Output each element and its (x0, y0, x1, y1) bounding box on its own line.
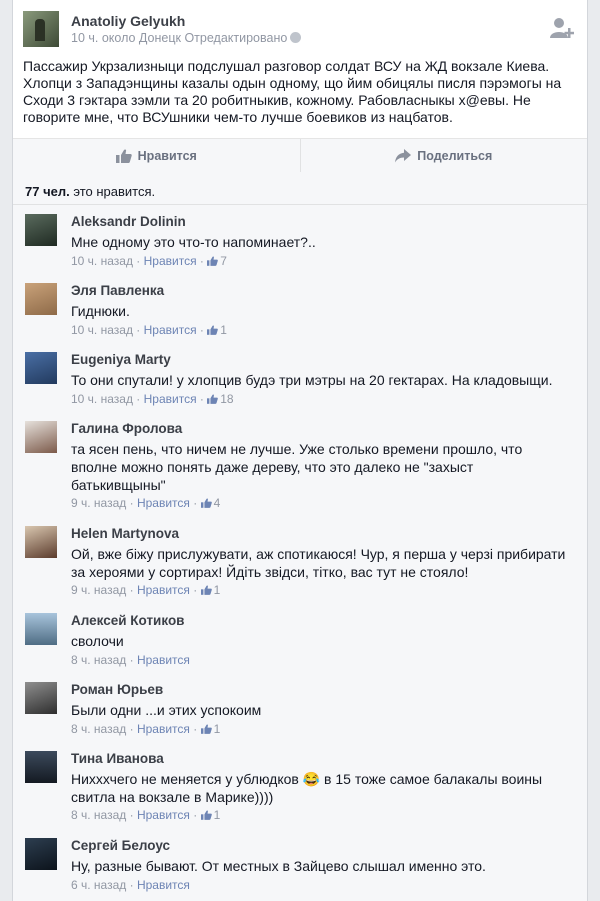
post-author[interactable]: Anatoliy Gelyukh (71, 13, 185, 29)
comment-author[interactable]: Helen Martynova (71, 526, 179, 541)
thumbs-up-icon (200, 498, 212, 508)
comment-text: Нихххчего не меняется у ублюдков 😂 в 15 … (71, 771, 543, 805)
add-friend-icon[interactable] (549, 16, 575, 40)
comment-text: Гиднюки. (71, 303, 130, 319)
post-card: Anatoliy Gelyukh 10 ч. около Донецк Отре… (12, 0, 588, 173)
share-button[interactable]: Поделиться (299, 139, 588, 172)
comment-text: Были одни ...и этих успокоим (71, 702, 262, 718)
comment-time[interactable]: 9 ч. назад (71, 496, 126, 510)
comment-like-count[interactable]: 1 (214, 583, 221, 597)
post-action-bar: Нравится Поделиться (13, 138, 587, 172)
comment-text: та ясен пень, что ничем не лучше. Уже ст… (71, 441, 523, 493)
comment-time[interactable]: 8 ч. назад (71, 808, 126, 822)
comment-like-count[interactable]: 18 (220, 392, 233, 406)
post-text: Пассажир Укрзализныци подслушал разговор… (23, 58, 562, 125)
comment-like-count[interactable]: 1 (214, 722, 221, 736)
comment-text: сволочи (71, 633, 124, 649)
comment-like-count[interactable]: 4 (214, 496, 221, 510)
like-button-label: Нравится (137, 148, 197, 163)
comment-author[interactable]: Эля Павленка (71, 283, 164, 298)
likes-summary[interactable]: 77 чел. это нравится. (25, 184, 155, 199)
comment-time[interactable]: 6 ч. назад (71, 878, 126, 892)
thumbs-up-icon (207, 256, 219, 266)
thumbs-up-icon (200, 724, 212, 734)
commenter-avatar[interactable] (25, 751, 57, 783)
share-arrow-icon (395, 148, 412, 162)
comment-like-link[interactable]: Нравится (137, 808, 190, 822)
comment-meta: 10 ч. назад · Нравится · 18 (71, 392, 234, 406)
thumbs-up-icon (207, 325, 219, 335)
comment-time[interactable]: 10 ч. назад (71, 254, 133, 268)
comment-text: Ой, вже біжу прислужувати, аж спотикаюся… (71, 546, 566, 580)
comment-text: То они спутали! у хлопцив будэ три мэтры… (71, 372, 553, 388)
thumbs-up-icon (115, 148, 132, 163)
comment-like-link[interactable]: Нравится (144, 254, 197, 268)
thumbs-up-icon (200, 810, 212, 820)
comment-text: Ну, разные бывают. От местных в Зайцево … (71, 858, 486, 874)
post-meta: 10 ч. около Донецк Отредактировано (71, 31, 302, 45)
comment-like-link[interactable]: Нравится (137, 653, 190, 667)
comment-like-count[interactable]: 7 (220, 254, 227, 268)
comment-meta: 8 ч. назад · Нравится (71, 653, 190, 667)
comment-like-link[interactable]: Нравится (144, 323, 197, 337)
thumbs-up-icon (200, 585, 212, 595)
commenter-avatar[interactable] (25, 838, 57, 870)
likes-text: это нравится. (69, 184, 156, 199)
comment-author[interactable]: Тина Иванова (71, 751, 164, 766)
comment-author[interactable]: Eugeniya Marty (71, 352, 171, 367)
comment-like-count[interactable]: 1 (214, 808, 221, 822)
share-button-label: Поделиться (417, 148, 493, 163)
comment-time[interactable]: 9 ч. назад (71, 583, 126, 597)
comments-panel: 77 чел. это нравится. Aleksandr Dolinin … (12, 172, 588, 901)
comment-author[interactable]: Галина Фролова (71, 421, 182, 436)
likes-count: 77 чел. (25, 184, 70, 199)
commenter-avatar[interactable] (25, 682, 57, 714)
comment-meta: 6 ч. назад · Нравится (71, 878, 190, 892)
comment-like-link[interactable]: Нравится (137, 583, 190, 597)
comment-author[interactable]: Алексей Котиков (71, 613, 184, 628)
comment-author[interactable]: Сергей Белоус (71, 838, 170, 853)
comment-like-link[interactable]: Нравится (137, 722, 190, 736)
comment-meta: 9 ч. назад · Нравится · 1 (71, 583, 221, 597)
comment-like-link[interactable]: Нравится (137, 496, 190, 510)
globe-icon (290, 32, 302, 43)
comment-like-link[interactable]: Нравится (144, 392, 197, 406)
comment-author[interactable]: Роман Юрьев (71, 682, 163, 697)
like-button[interactable]: Нравится (13, 139, 300, 172)
commenter-avatar[interactable] (25, 421, 57, 453)
commenter-avatar[interactable] (25, 283, 57, 315)
comment-meta: 10 ч. назад · Нравится · 1 (71, 323, 227, 337)
comment-time[interactable]: 10 ч. назад (71, 323, 133, 337)
post-meta-text: 10 ч. около Донецк Отредактировано (71, 31, 288, 45)
divider (13, 204, 587, 205)
commenter-avatar[interactable] (25, 352, 57, 384)
comment-time[interactable]: 8 ч. назад (71, 722, 126, 736)
comment-time[interactable]: 8 ч. назад (71, 653, 126, 667)
comment-like-count[interactable]: 1 (220, 323, 227, 337)
commenter-avatar[interactable] (25, 613, 57, 645)
commenter-avatar[interactable] (25, 526, 57, 558)
thumbs-up-icon (207, 394, 219, 404)
comment-meta: 8 ч. назад · Нравится · 1 (71, 808, 221, 822)
comment-text: Мне одному это что-то напоминает?.. (71, 234, 316, 250)
commenter-avatar[interactable] (25, 214, 57, 246)
comment-meta: 8 ч. назад · Нравится · 1 (71, 722, 221, 736)
comment-like-link[interactable]: Нравится (137, 878, 190, 892)
comment-meta: 9 ч. назад · Нравится · 4 (71, 496, 221, 510)
comment-meta: 10 ч. назад · Нравится · 7 (71, 254, 227, 268)
comment-time[interactable]: 10 ч. назад (71, 392, 133, 406)
comment-author[interactable]: Aleksandr Dolinin (71, 214, 186, 229)
author-avatar[interactable] (23, 11, 59, 47)
